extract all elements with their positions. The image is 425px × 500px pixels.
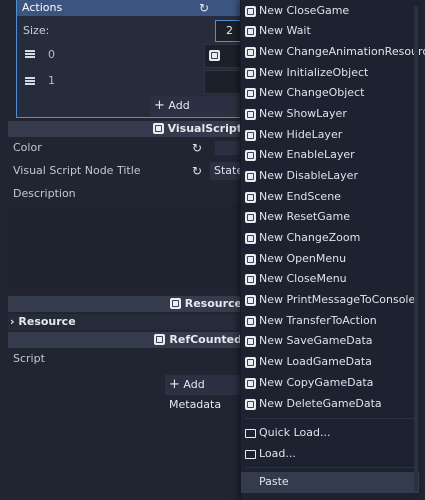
- object-icon: [245, 130, 256, 141]
- object-icon: [245, 109, 256, 120]
- actions-header[interactable]: Actions ↻: [17, 0, 243, 16]
- menu-item-new-enablelayer[interactable]: New EnableLayer: [241, 145, 419, 165]
- revert-icon[interactable]: ↻: [192, 164, 202, 178]
- object-icon: [245, 357, 256, 368]
- add-metadata-button[interactable]: + Add Metadata: [165, 375, 244, 411]
- menu-item-new-openmenu[interactable]: New OpenMenu: [241, 249, 419, 269]
- menu-item-new-showlayer[interactable]: New ShowLayer: [241, 104, 419, 124]
- resource-group-header[interactable]: › Resource: [8, 314, 244, 330]
- resource-section-title: Resource: [184, 297, 242, 310]
- revert-icon[interactable]: ↻: [192, 141, 202, 155]
- drag-handle-icon[interactable]: [25, 50, 35, 58]
- menu-item-new-changezoom[interactable]: New ChangeZoom: [241, 228, 419, 248]
- item-index: 0: [48, 48, 55, 61]
- visualscript-section-title: VisualScript: [167, 122, 242, 135]
- add-executable-button[interactable]: + Add Executable: [150, 96, 244, 132]
- color-label: Color: [13, 141, 42, 154]
- menu-item-new-changeobject[interactable]: New ChangeObject: [241, 83, 419, 103]
- visualscript-section-header[interactable]: VisualScript: [8, 121, 244, 137]
- object-icon: [245, 378, 256, 389]
- object-icon: [245, 336, 256, 347]
- resource-slot[interactable]: [204, 44, 244, 68]
- menu-item-new-copygamedata[interactable]: New CopyGameData: [241, 373, 419, 393]
- refcounted-icon: [154, 334, 166, 345]
- object-icon: [245, 233, 256, 244]
- menu-item-new-endscene[interactable]: New EndScene: [241, 187, 419, 207]
- actions-title: Actions: [22, 1, 63, 14]
- menu-separator: [245, 418, 415, 419]
- menu-item-new-transfertoaction[interactable]: New TransferToAction: [241, 311, 419, 331]
- refcounted-section-title: RefCounted: [169, 333, 242, 346]
- menu-item-new-deletegamedata[interactable]: New DeleteGameData: [241, 394, 419, 414]
- object-icon: [245, 47, 256, 58]
- folder-icon: [245, 429, 256, 438]
- chevron-right-icon: ›: [10, 315, 15, 328]
- menu-item-new-wait[interactable]: New Wait: [241, 21, 419, 41]
- menu-item-quick-load[interactable]: Quick Load...: [241, 423, 419, 443]
- object-icon: [245, 171, 256, 182]
- object-icon: [245, 6, 256, 17]
- menu-item-new-initializeobject[interactable]: New InitializeObject: [241, 63, 419, 83]
- object-icon: [245, 295, 256, 306]
- menu-item-load[interactable]: Load...: [241, 444, 419, 464]
- object-icon: [209, 50, 220, 61]
- object-icon: [245, 150, 256, 161]
- folder-icon: [245, 450, 256, 459]
- description-textarea[interactable]: [8, 205, 244, 289]
- menu-separator: [245, 467, 415, 468]
- object-icon: [245, 192, 256, 203]
- item-index: 1: [48, 74, 55, 87]
- script-label: Script: [13, 352, 45, 365]
- object-icon: [245, 26, 256, 37]
- resource-group-label: Resource: [18, 315, 76, 328]
- plus-icon: +: [169, 377, 180, 392]
- menu-item-paste[interactable]: Paste: [241, 472, 419, 493]
- menu-item-new-changeanimationresource[interactable]: New ChangeAnimationResource: [241, 42, 425, 62]
- resource-icon: [169, 298, 181, 309]
- menu-item-new-hidelayer[interactable]: New HideLayer: [241, 125, 419, 145]
- menu-item-new-closemenu[interactable]: New CloseMenu: [241, 269, 419, 289]
- drag-handle-icon[interactable]: [25, 77, 35, 85]
- size-label: Size:: [23, 24, 50, 37]
- menu-item-new-closegame[interactable]: New CloseGame: [241, 1, 419, 21]
- resource-section-header[interactable]: Resource: [8, 296, 244, 312]
- node-title-label: Visual Script Node Title: [13, 164, 141, 177]
- description-label: Description: [13, 187, 76, 200]
- object-icon: [245, 274, 256, 285]
- object-icon: [245, 254, 256, 265]
- object-icon: [245, 316, 256, 327]
- object-icon: [245, 399, 256, 410]
- new-resource-menu: New CloseGame New Wait New ChangeAnimati…: [240, 0, 425, 500]
- menu-scrollbar[interactable]: [414, 6, 418, 491]
- object-icon: [245, 68, 256, 79]
- revert-icon[interactable]: ↻: [197, 1, 211, 15]
- menu-item-new-disablelayer[interactable]: New DisableLayer: [241, 166, 419, 186]
- object-icon: [245, 88, 256, 99]
- menu-item-new-printmessagetoconsole[interactable]: New PrintMessageToConsole: [241, 290, 419, 310]
- node-title-input[interactable]: State: [210, 162, 244, 180]
- menu-item-new-resetgame[interactable]: New ResetGame: [241, 207, 419, 227]
- refcounted-section-header[interactable]: RefCounted: [8, 332, 244, 348]
- script-icon: [152, 123, 164, 134]
- object-icon: [245, 212, 256, 223]
- menu-item-new-savegamedata[interactable]: New SaveGameData: [241, 331, 419, 351]
- plus-icon: +: [154, 98, 165, 113]
- resource-slot-empty[interactable]: [204, 70, 244, 94]
- menu-item-new-loadgamedata[interactable]: New LoadGameData: [241, 352, 419, 372]
